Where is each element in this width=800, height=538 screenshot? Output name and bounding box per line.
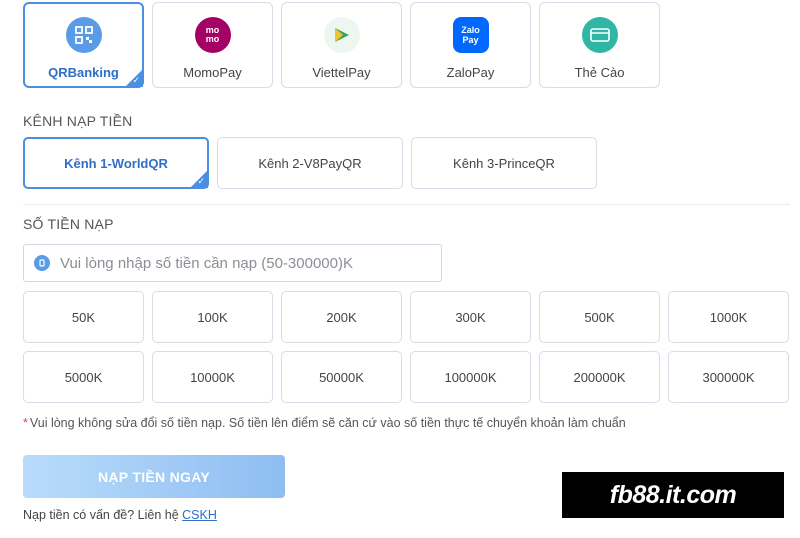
amount-input-wrapper: [23, 244, 442, 282]
amount-options-grid: 50K 100K 200K 300K 500K 1000K 5000K 1000…: [23, 291, 789, 403]
amount-option[interactable]: 200000K: [539, 351, 660, 403]
check-icon: ✓: [197, 176, 205, 186]
deposit-note: * Vui lòng không sửa đổi số tiền nạp. Số …: [23, 416, 626, 430]
amount-option[interactable]: 5000K: [23, 351, 144, 403]
momo-icon: mo mo: [194, 17, 231, 53]
amount-option[interactable]: 500K: [539, 291, 660, 343]
amount-option[interactable]: 100000K: [410, 351, 531, 403]
channel-1-button[interactable]: Kênh 1-WorldQR ✓: [23, 137, 209, 189]
note-text: Vui lòng không sửa đổi số tiền nạp. Số t…: [29, 416, 626, 430]
zalopay-icon: Zalo Pay: [452, 17, 489, 53]
amount-input[interactable]: [60, 254, 430, 272]
coin-icon: [34, 255, 50, 271]
payment-method-zalopay[interactable]: Zalo Pay ZaloPay: [410, 2, 531, 88]
amount-section-title: SỐ TIỀN NẠP: [23, 216, 114, 232]
help-line: Nạp tiền có vấn đề? Liên hệ CSKH: [23, 508, 217, 522]
card-icon: [581, 17, 618, 53]
amount-option[interactable]: 50K: [23, 291, 144, 343]
payment-method-label: MomoPay: [183, 65, 242, 80]
help-text: Nạp tiền có vấn đề? Liên hệ: [23, 508, 179, 522]
watermark-logo: fb88.it.com: [562, 472, 784, 518]
amount-option[interactable]: 1000K: [668, 291, 789, 343]
viettelpay-icon: [323, 17, 360, 53]
amount-option[interactable]: 100K: [152, 291, 273, 343]
amount-option[interactable]: 50000K: [281, 351, 402, 403]
payment-method-label: ViettelPay: [312, 65, 371, 80]
payment-method-momopay[interactable]: mo mo MomoPay: [152, 2, 273, 88]
amount-option[interactable]: 200K: [281, 291, 402, 343]
deposit-now-button[interactable]: NẠP TIỀN NGAY: [23, 455, 285, 498]
payment-method-viettelpay[interactable]: ViettelPay: [281, 2, 402, 88]
payment-method-label: ZaloPay: [446, 65, 495, 80]
payment-method-the-cao[interactable]: Thẻ Cào: [539, 2, 660, 88]
required-star: *: [23, 416, 28, 430]
amount-option[interactable]: 300000K: [668, 351, 789, 403]
channel-label: Kênh 2-V8PayQR: [258, 155, 362, 171]
support-link[interactable]: CSKH: [182, 508, 217, 522]
payment-method-label: QRBanking: [48, 65, 119, 80]
amount-option[interactable]: 300K: [410, 291, 531, 343]
payment-method-qrbanking[interactable]: QRBanking ✓: [23, 2, 144, 88]
qr-icon: [65, 17, 102, 53]
channel-section-title: KÊNH NẠP TIỀN: [23, 113, 133, 129]
payment-method-list: QRBanking ✓ mo mo MomoPay ViettelPay Zal…: [23, 2, 660, 88]
channel-list: Kênh 1-WorldQR ✓ Kênh 2-V8PayQR Kênh 3-P…: [23, 137, 597, 189]
payment-method-label: Thẻ Cào: [574, 65, 625, 80]
channel-3-button[interactable]: Kênh 3-PrinceQR: [411, 137, 597, 189]
channel-label: Kênh 3-PrinceQR: [453, 155, 555, 171]
check-icon: ✓: [132, 75, 140, 85]
channel-2-button[interactable]: Kênh 2-V8PayQR: [217, 137, 403, 189]
channel-label: Kênh 1-WorldQR: [64, 155, 168, 171]
amount-option[interactable]: 10000K: [152, 351, 273, 403]
section-divider: [23, 204, 790, 205]
